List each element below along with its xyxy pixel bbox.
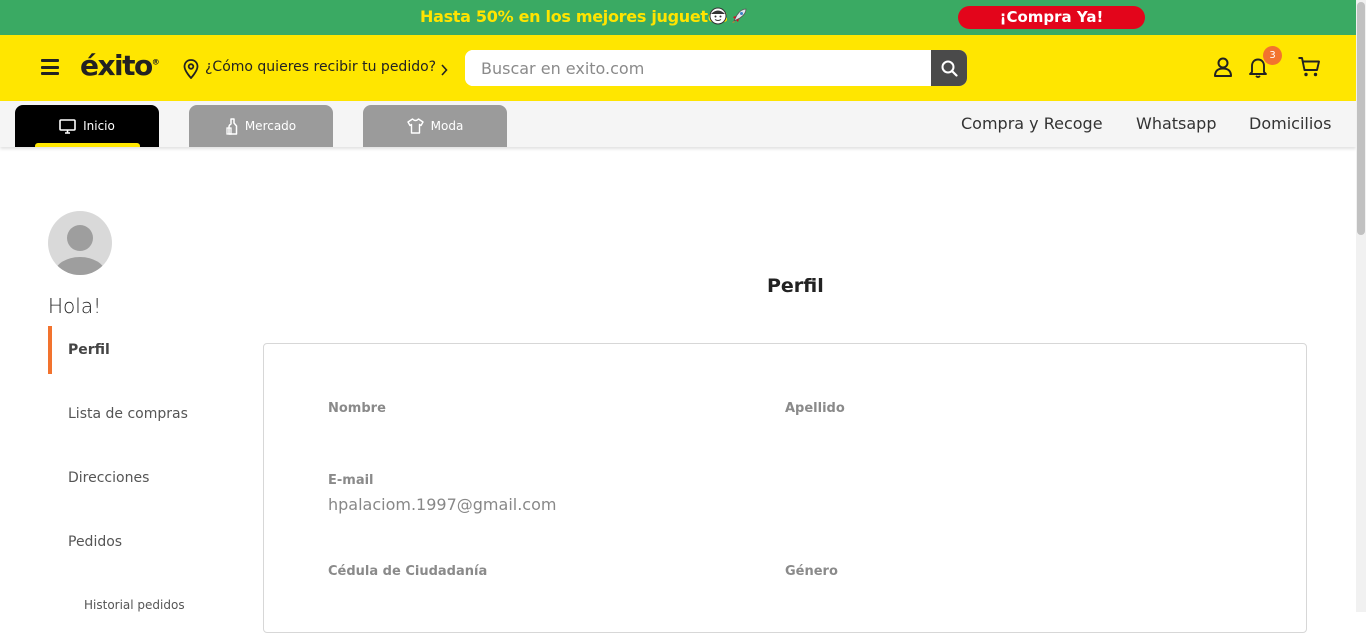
- cart-icon[interactable]: [1297, 56, 1321, 82]
- search-box: [465, 50, 967, 86]
- sidebar-item-direcciones[interactable]: Direcciones: [68, 470, 149, 486]
- promo-text[interactable]: Hasta 50% en los mejores juguetes: [420, 7, 728, 26]
- nav-link-domicilios[interactable]: Domicilios: [1249, 114, 1331, 133]
- category-nav: Inicio Mercado Moda Compra y Recoge What…: [0, 101, 1356, 147]
- sidebar-subitem-historial[interactable]: Historial pedidos: [84, 598, 185, 612]
- shirt-icon: [406, 118, 424, 134]
- notification-badge: 3: [1263, 46, 1282, 65]
- tab-label: Moda: [430, 119, 464, 133]
- exito-logo[interactable]: éxito®: [80, 49, 160, 82]
- sidebar-item-lista-compras[interactable]: Lista de compras: [68, 406, 188, 422]
- active-item-indicator: [48, 326, 52, 374]
- genero-label: Género: [785, 564, 838, 579]
- promo-bar: Hasta 50% en los mejores juguetes ¡Compr…: [0, 0, 1356, 35]
- user-silhouette-icon: [55, 225, 105, 275]
- tab-mercado[interactable]: Mercado: [189, 105, 333, 147]
- search-input[interactable]: [465, 50, 931, 86]
- greeting: Hola!: [48, 294, 102, 318]
- location-pin-icon[interactable]: [183, 59, 199, 83]
- tab-inicio[interactable]: Inicio: [15, 105, 159, 147]
- chevron-right-icon[interactable]: [440, 61, 448, 80]
- nav-link-whatsapp[interactable]: Whatsapp: [1136, 114, 1217, 133]
- sidebar-item-perfil[interactable]: Perfil: [68, 342, 110, 358]
- tab-label: Inicio: [83, 119, 115, 133]
- avatar[interactable]: [48, 211, 112, 275]
- nav-link-compra-recoge[interactable]: Compra y Recoge: [961, 114, 1103, 133]
- profile-card: Nombre Apellido E-mail hpalaciom.1997@gm…: [263, 343, 1307, 633]
- face-emoji-icon: [709, 7, 727, 25]
- email-label: E-mail: [328, 473, 374, 488]
- scrollbar-thumb[interactable]: [1357, 2, 1365, 235]
- page-scrollbar[interactable]: [1356, 0, 1366, 612]
- search-icon: [941, 60, 958, 77]
- menu-icon[interactable]: [41, 59, 59, 75]
- sidebar-item-pedidos[interactable]: Pedidos: [68, 534, 122, 550]
- active-tab-indicator: [35, 143, 140, 147]
- nombre-label: Nombre: [328, 401, 386, 416]
- tab-label: Mercado: [244, 119, 297, 133]
- delivery-prompt[interactable]: ¿Cómo quieres recibir tu pedido?: [205, 59, 436, 75]
- bottle-icon: [226, 117, 238, 135]
- search-button[interactable]: [931, 50, 967, 86]
- rocket-emoji-icon: [730, 7, 748, 25]
- buy-now-button[interactable]: ¡Compra Ya!: [958, 6, 1145, 29]
- cedula-label: Cédula de Ciudadanía: [328, 564, 488, 579]
- user-icon[interactable]: [1212, 56, 1234, 82]
- page-title: Perfil: [767, 275, 824, 297]
- apellido-label: Apellido: [785, 401, 845, 416]
- logo-text: éxito: [80, 49, 153, 82]
- monitor-icon: [59, 118, 76, 134]
- email-value: hpalaciom.1997@gmail.com: [328, 495, 557, 514]
- main-header: éxito® ¿Cómo quieres recibir tu pedido? …: [0, 35, 1356, 101]
- tab-moda[interactable]: Moda: [363, 105, 507, 147]
